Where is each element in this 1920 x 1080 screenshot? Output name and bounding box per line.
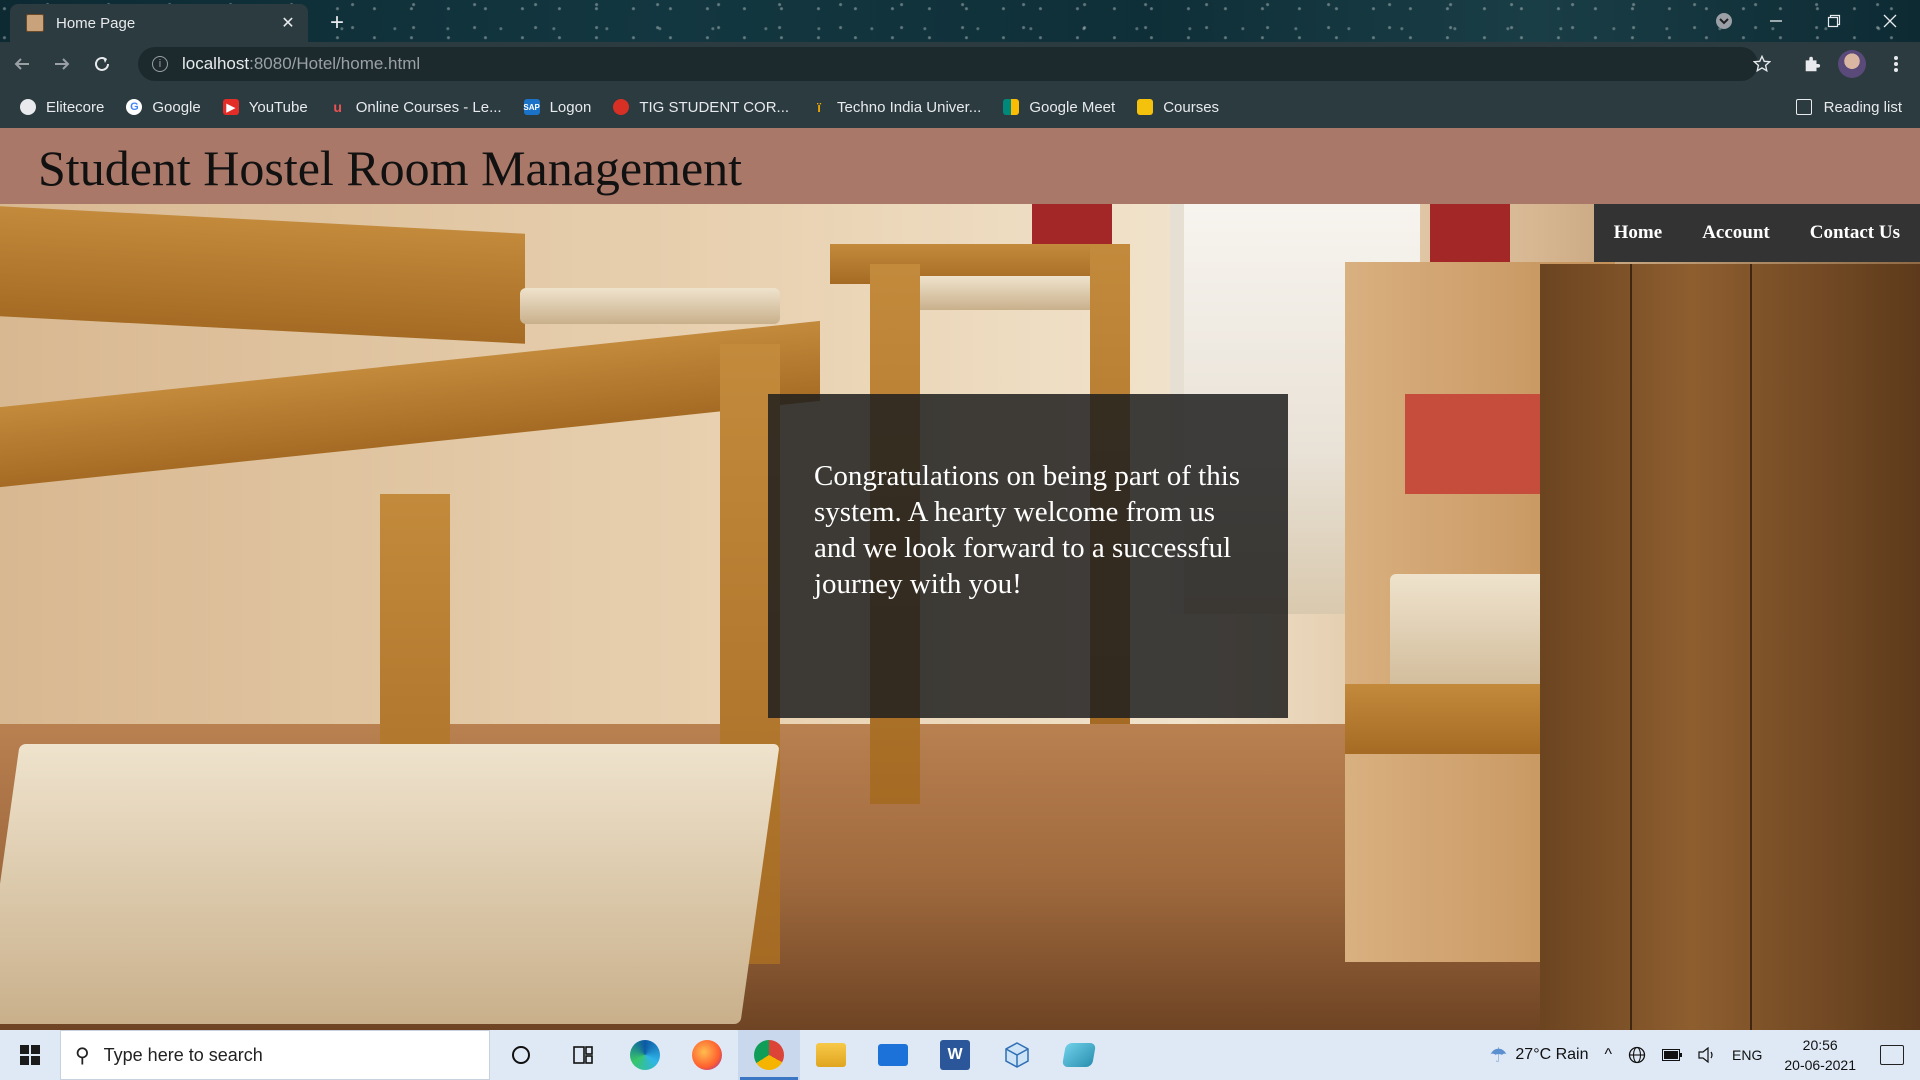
search-placeholder: Type here to search [103,1044,263,1065]
language-indicator[interactable]: ENG [1732,1047,1762,1063]
extensions-puzzle-icon[interactable] [1796,48,1828,80]
reload-icon[interactable] [84,46,120,82]
window-close-icon[interactable] [1870,6,1910,36]
mail-icon[interactable] [862,1030,924,1080]
clock[interactable]: 20:56 20-06-2021 [1784,1035,1856,1075]
browser-toolbar: i localhost:8080/Hotel/home.html [0,42,1920,86]
reading-list-icon [1795,99,1812,115]
bookmark-label: YouTube [248,98,308,116]
bookmarks-bar: Elitecore G Google ▶ YouTube u Online Cours… [0,86,1920,128]
tab-close-icon[interactable]: ✕ [278,13,298,33]
nav-account[interactable]: Account [1682,204,1790,262]
wardrobe-door-line [1750,264,1752,1030]
web-page: Student Hostel Room Management Home Acco… [0,128,1920,1030]
youtube-icon: ▶ [222,99,239,115]
udemy-icon: u [333,99,342,115]
menu-kebab-icon[interactable] [1880,48,1912,80]
globe-icon [20,99,36,115]
bookmark-label: Logon [549,98,592,116]
bookmark-label: Google [152,98,201,116]
nav-home[interactable]: Home [1594,204,1683,262]
bookmark-item[interactable]: ï Techno India Univer... [811,99,981,116]
site-info-icon[interactable]: i [152,56,168,72]
edge-icon[interactable] [614,1030,676,1080]
network-globe-icon[interactable] [1628,1046,1646,1064]
chrome-icon[interactable] [738,1030,800,1080]
bookmark-label: Google Meet [1029,98,1116,116]
page-title: Student Hostel Room Management [38,140,743,196]
file-explorer-icon[interactable] [800,1030,862,1080]
tab-home-page[interactable]: Home Page ✕ [10,4,308,42]
new-tab-button[interactable]: + [322,8,352,38]
start-button[interactable] [0,1030,60,1080]
bookmark-star-icon[interactable] [1746,48,1778,80]
bookmark-label: Elitecore [46,98,105,116]
back-arrow-icon[interactable] [4,46,40,82]
browser-chrome: Home Page ✕ + i localhost:8080/Hotel/hom… [0,0,1920,128]
bookmark-label: TIG STUDENT COR... [639,98,790,116]
weather-rain-icon: ☂ [1489,1044,1508,1067]
tig-icon [613,99,630,115]
system-tray: ☂ 27°C Rain ^ ENG 20:56 20-06-2021 [1481,1030,1920,1080]
wardrobe-door-line [1630,264,1632,1030]
upper-mattress [520,288,780,324]
welcome-message: Congratulations on being part of this sy… [814,460,1241,600]
reading-list-button[interactable]: Reading list [1795,86,1902,128]
curtain-right [1430,204,1510,264]
bookmark-label: Online Courses - Le... [355,98,502,116]
weather-widget[interactable]: ☂ 27°C Rain [1489,1043,1588,1068]
url-path: :8080/Hotel/home.html [249,54,421,73]
snip-sketch-icon[interactable] [1048,1030,1110,1080]
profile-avatar[interactable] [1838,50,1866,78]
firefox-icon[interactable] [676,1030,738,1080]
bookmark-item[interactable]: Google Meet [1003,99,1115,116]
volume-icon[interactable] [1698,1047,1716,1063]
clock-time: 20:56 [1802,1037,1838,1053]
3d-viewer-icon[interactable] [986,1030,1048,1080]
clock-date: 20-06-2021 [1784,1057,1856,1073]
nav-contact-us[interactable]: Contact Us [1790,204,1920,262]
notification-icon[interactable] [1880,1045,1904,1065]
bookmark-label: Techno India Univer... [837,98,982,116]
restore-icon[interactable] [1814,6,1854,36]
tab-strip: Home Page ✕ + [0,0,1920,42]
url-host: localhost [182,54,250,73]
search-icon: ⚲ [75,1044,90,1067]
google-icon: G [126,99,143,115]
cortana-icon[interactable] [490,1030,552,1080]
site-header: Student Hostel Room Management [0,128,1920,204]
tab-title: Home Page [56,14,136,32]
main-nav: Home Account Contact Us [1593,204,1920,262]
courses-icon [1137,99,1154,115]
weather-text: 27°C Rain [1515,1046,1589,1063]
reading-list-label: Reading list [1823,98,1902,116]
word-icon[interactable]: W [924,1030,986,1080]
bookmark-label: Courses [1163,98,1220,116]
bookmark-item[interactable]: ▶ YouTube [222,98,308,116]
address-bar[interactable]: i localhost:8080/Hotel/home.html [138,47,1758,81]
bookmark-item[interactable]: TIG STUDENT COR... [613,99,789,116]
task-view-icon[interactable] [552,1030,614,1080]
techno-icon: ï [817,99,821,115]
bookmark-item[interactable]: SAP Logon [523,98,592,116]
page-favicon-icon [26,14,44,32]
bookmark-item[interactable]: Courses [1137,99,1219,116]
chevron-up-icon[interactable]: ^ [1605,1046,1613,1064]
hero-room-image: Home Account Contact Us Congratulations … [0,204,1920,1030]
bookmark-item[interactable]: Elitecore [20,99,104,116]
sap-icon: SAP [523,99,540,115]
minimize-icon[interactable] [1756,6,1796,36]
windows-logo-icon [20,1045,40,1065]
wardrobe [1540,264,1920,1030]
tab-search-icon[interactable] [1704,6,1744,36]
forward-arrow-icon[interactable] [44,46,80,82]
bookmark-item[interactable]: G Google [126,98,201,116]
battery-icon[interactable] [1662,1049,1683,1061]
meet-icon [1003,99,1020,115]
lower-mattress [0,744,780,1024]
taskbar-search[interactable]: ⚲ Type here to search [60,1030,490,1080]
bookmark-item[interactable]: u Online Courses - Le... [330,98,502,116]
welcome-panel: Congratulations on being part of this sy… [768,394,1288,718]
windows-taskbar: ⚲ Type here to search W ☂ 27°C Rain ^ EN… [0,1030,1920,1080]
